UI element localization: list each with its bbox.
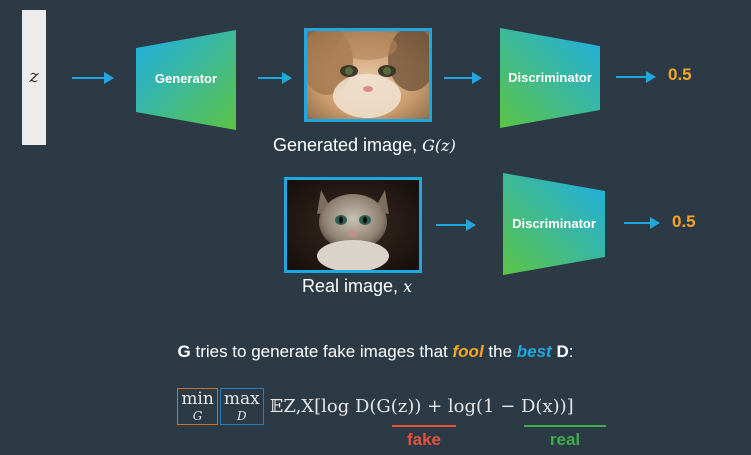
min-operator: min xyxy=(181,389,214,409)
discriminator-block-fake: Discriminator xyxy=(500,28,600,128)
arrow-discriminator-fake-output xyxy=(616,71,656,83)
fake-label: fake xyxy=(406,430,442,449)
generated-cat-picture xyxy=(307,31,429,119)
objective-statement: G tries to generate fake images that foo… xyxy=(0,342,751,362)
real-cat-picture xyxy=(287,180,419,270)
fake-output-value: 0.5 xyxy=(668,65,692,84)
discriminator-label-real: Discriminator xyxy=(512,216,596,231)
real-output-value: 0.5 xyxy=(672,212,696,231)
max-d-box: max D xyxy=(219,388,264,425)
statement-best: best xyxy=(516,342,552,361)
real-caption-math: x xyxy=(403,277,413,296)
min-g-box: min G xyxy=(177,388,218,425)
arrow-discriminator-real-output xyxy=(624,217,660,229)
z-label: z xyxy=(29,66,39,87)
real-cat-image xyxy=(284,177,422,273)
generator-block: Generator xyxy=(136,30,236,130)
arrow-image-to-discriminator xyxy=(444,72,482,84)
statement-d: D xyxy=(556,342,569,361)
generated-cat-image xyxy=(304,28,432,122)
max-operator: max xyxy=(223,389,260,409)
generated-caption-math: G(z) xyxy=(422,136,456,155)
minimax-formula: min G max D 𝔼Z,X[log D(G(z)) + log(1 − D… xyxy=(0,388,751,425)
real-image-caption: Real image, x xyxy=(302,276,412,297)
fake-underline xyxy=(392,425,456,427)
statement-text-2: the xyxy=(483,342,517,361)
real-caption-text: Real image, xyxy=(302,276,399,296)
statement-g: G xyxy=(177,342,191,361)
real-underline xyxy=(524,425,606,427)
latent-z-input: z xyxy=(22,10,46,145)
discriminator-label-fake: Discriminator xyxy=(508,70,592,85)
generated-image-caption: Generated image, G(z) xyxy=(273,135,456,156)
statement-text-1: tries to generate fake images that xyxy=(190,342,453,361)
min-subscript: G xyxy=(192,409,203,423)
generator-label: Generator xyxy=(154,71,218,86)
discriminator-block-real: Discriminator xyxy=(503,173,605,275)
arrow-z-to-generator xyxy=(72,72,114,84)
statement-fool: fool xyxy=(452,342,484,361)
max-subscript: D xyxy=(236,409,247,423)
statement-colon: : xyxy=(568,342,574,361)
generated-caption-text: Generated image, xyxy=(273,135,418,155)
real-label: real xyxy=(549,430,581,449)
expectation-expression: 𝔼Z,X[log D(G(z)) + log(1 − D(x))] xyxy=(269,396,574,417)
arrow-real-to-discriminator xyxy=(436,219,476,231)
arrow-generator-to-image xyxy=(258,72,292,84)
